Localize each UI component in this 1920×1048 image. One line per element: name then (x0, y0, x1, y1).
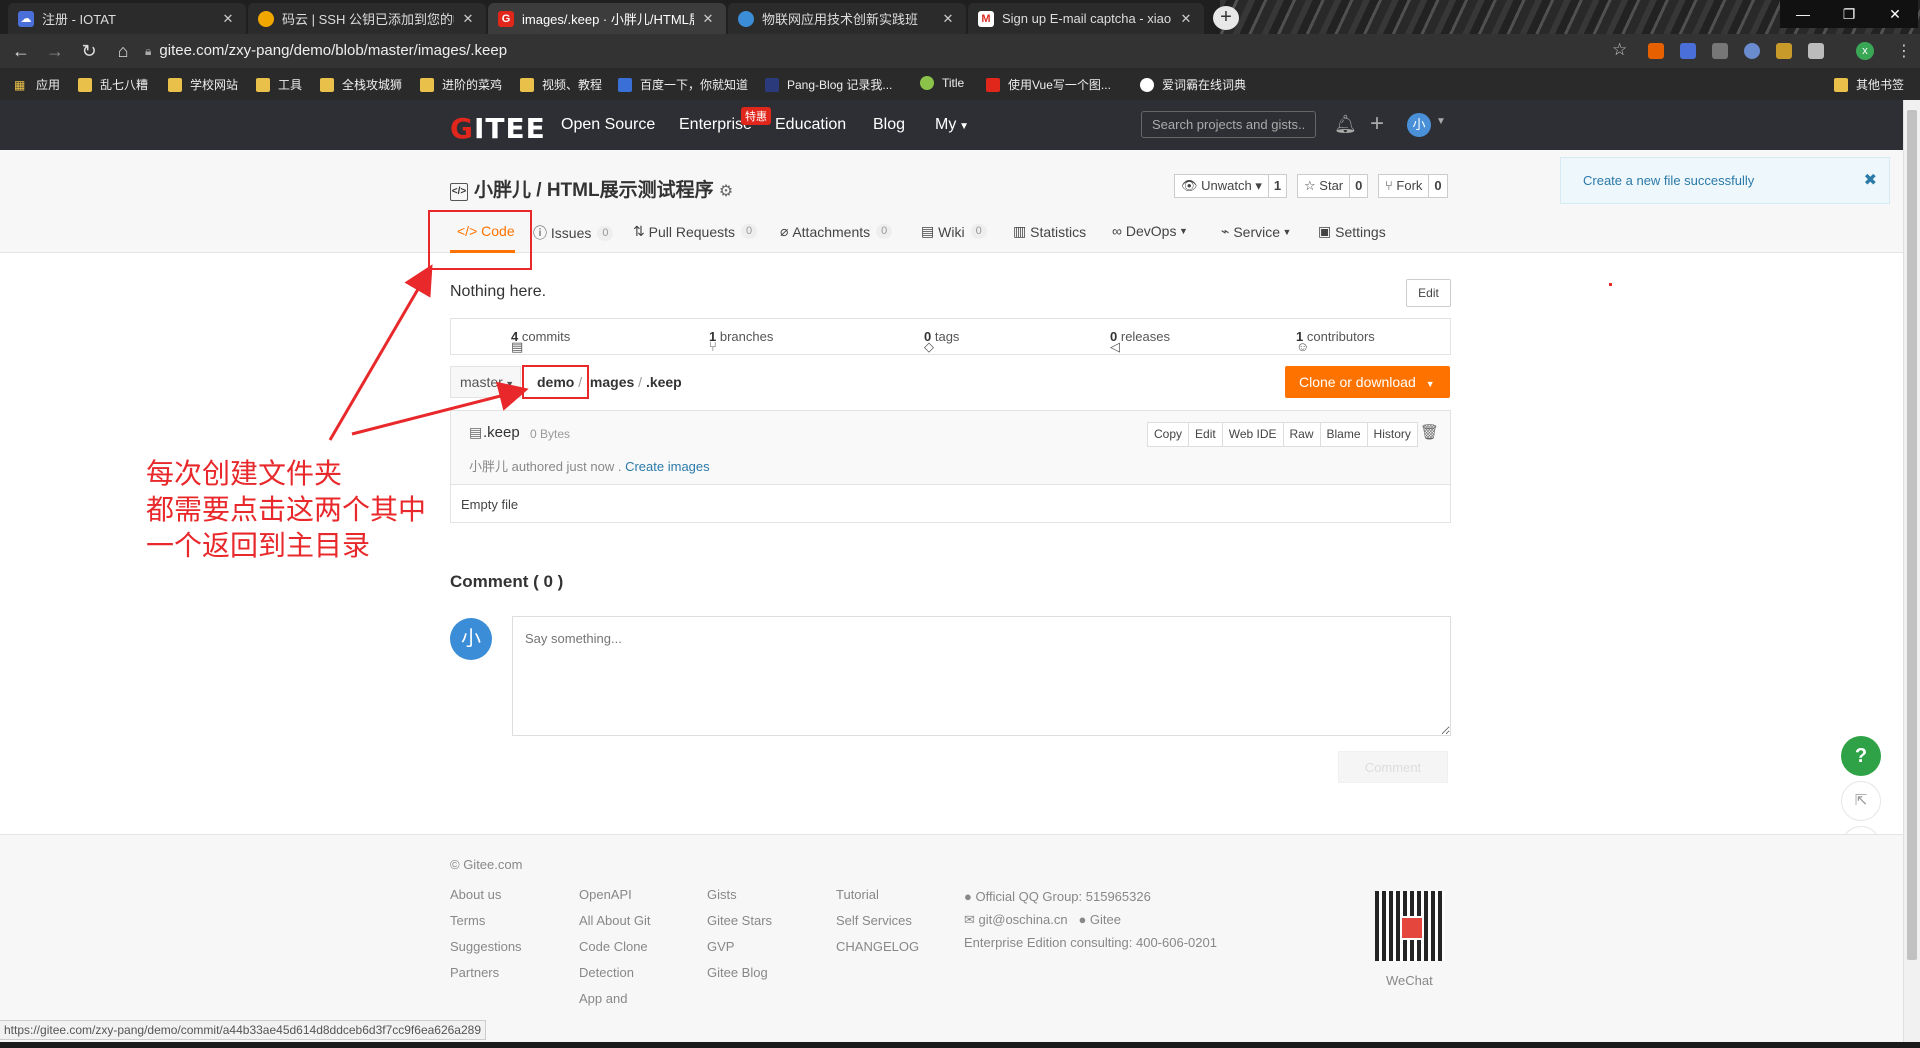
annotation-text: 每次创建文件夹 都需要点击这两个其中 一个返回到主目录 (146, 457, 427, 562)
arrow-to-demo-crumb (351, 381, 529, 436)
arrow-to-code-tab (328, 264, 433, 441)
